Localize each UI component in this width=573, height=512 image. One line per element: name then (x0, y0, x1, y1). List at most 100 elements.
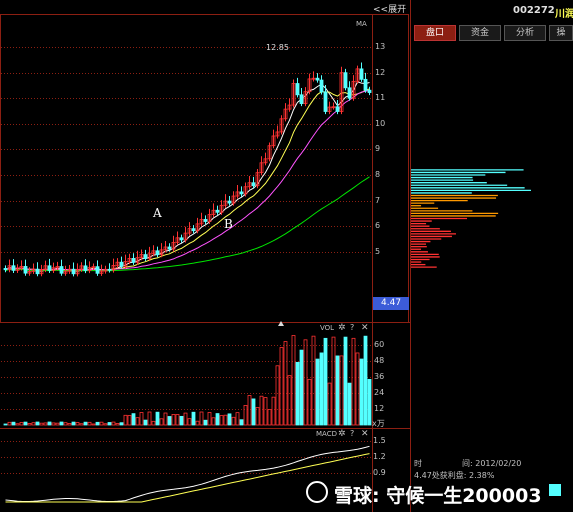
volume-bar (275, 365, 280, 426)
volume-bar (339, 355, 344, 426)
ma-line-5 (5, 81, 370, 272)
volume-bar (199, 411, 204, 426)
annotation-a: A (153, 206, 162, 220)
volume-bar (155, 411, 160, 426)
volume-bar (27, 423, 32, 426)
price-axis-label: 13 (375, 42, 386, 51)
volume-bar (327, 382, 332, 426)
candle-body (367, 89, 372, 93)
expand-button[interactable]: <<展开 (373, 2, 406, 15)
volume-bar (351, 337, 356, 426)
volume-bar (143, 419, 148, 426)
candle-body (251, 182, 256, 187)
macd-close-icon[interactable]: ✕ (361, 429, 369, 439)
vol-axis-label: 48 (374, 356, 385, 365)
vol-unit: x万 (372, 419, 385, 428)
candle-body (335, 106, 340, 112)
tab-cao[interactable]: 操 (549, 25, 573, 41)
tab-fenxi[interactable]: 分析 (504, 25, 546, 41)
volume-bar (183, 412, 188, 426)
volume-bar (291, 335, 296, 426)
volume-bar (279, 347, 284, 426)
watermark: 雪球: 守候一生200003 (334, 485, 542, 507)
volume-bar (43, 422, 48, 426)
volume-bar (319, 352, 324, 426)
candle-body (239, 191, 244, 195)
vol-axis-label: 24 (374, 388, 385, 397)
candle-body (215, 209, 220, 213)
price-axis-label: 6 (375, 221, 381, 231)
high-price-marker: 12.85 (266, 43, 289, 52)
macd-settings-icon[interactable]: ✲ (338, 429, 346, 439)
scroll-marker-icon[interactable] (278, 321, 284, 326)
price-axis-label: 8 (375, 170, 381, 179)
volume-bar (55, 422, 60, 426)
vol-help-icon[interactable]: ? (350, 323, 354, 332)
candle-body (319, 79, 324, 93)
price-axis-label: 7 (375, 195, 381, 205)
volume-bar (31, 422, 36, 426)
price-axis-label: 9 (375, 144, 381, 154)
vol-close-icon[interactable]: ✕ (361, 323, 369, 333)
volume-bar (147, 411, 152, 426)
volume-bar (71, 421, 76, 426)
volume-bar (99, 421, 104, 426)
vol-panel-title: VOL (320, 324, 335, 332)
price-axis-label: 11 (375, 93, 386, 103)
volume-bar (51, 422, 56, 426)
volume-bar (79, 423, 84, 426)
stock-code: 002272 (513, 5, 555, 16)
volume-bar (323, 337, 328, 426)
volume-bar (359, 358, 364, 426)
candle-body (299, 94, 304, 105)
volume-bar (191, 411, 196, 426)
volume-bar (7, 421, 12, 426)
volume-bar (295, 361, 300, 426)
volume-bar (171, 414, 176, 426)
volume-bar (135, 417, 140, 426)
volume-bar (67, 423, 72, 426)
volume-bar (315, 358, 320, 426)
candle-body (23, 266, 28, 274)
ma-line-60 (5, 176, 370, 272)
vol-axis-label: 60 (374, 340, 385, 349)
ma-line-20 (5, 90, 370, 271)
volume-bar (175, 414, 180, 426)
volume-bar (87, 421, 92, 426)
macd-help-icon[interactable]: ? (350, 429, 354, 438)
volume-bar (271, 396, 276, 426)
candle-body (95, 266, 100, 274)
volume-bar (239, 419, 244, 426)
corner-icon[interactable] (549, 484, 561, 496)
volume-bar (11, 421, 16, 426)
kline-chart[interactable] (0, 0, 573, 512)
candle-body (315, 77, 320, 81)
volume-bar (39, 422, 44, 426)
annotation-b: B (224, 217, 233, 231)
info-profit-line: 4.47处获利盘: 2.38% (414, 471, 495, 480)
volume-bar (263, 397, 268, 426)
volume-bar (179, 415, 184, 426)
info-time-value: 间: 2012/02/20 (462, 459, 522, 468)
tab-pankou[interactable]: 盘口 (414, 25, 456, 41)
volume-bar (139, 412, 144, 426)
tab-zijin[interactable]: 资金 (459, 25, 501, 41)
volume-bar (247, 395, 252, 426)
volume-bar (195, 420, 200, 426)
moving-average-lines (5, 81, 370, 272)
volume-bar (75, 422, 80, 426)
volume-bar (243, 405, 248, 426)
candle-body (295, 83, 300, 96)
volume-bar (311, 335, 316, 426)
candle-body (71, 268, 76, 275)
candle-body (35, 268, 40, 275)
price-axis-label: 12 (375, 67, 386, 77)
volume-bar (123, 414, 128, 426)
candle-body (203, 219, 208, 222)
price-axis-label: 5 (375, 246, 381, 256)
watermark-logo-icon (306, 481, 328, 503)
volume-bar (251, 398, 256, 426)
vol-settings-icon[interactable]: ✲ (338, 323, 346, 333)
candle-body (11, 265, 16, 271)
volume-bar (231, 416, 236, 426)
